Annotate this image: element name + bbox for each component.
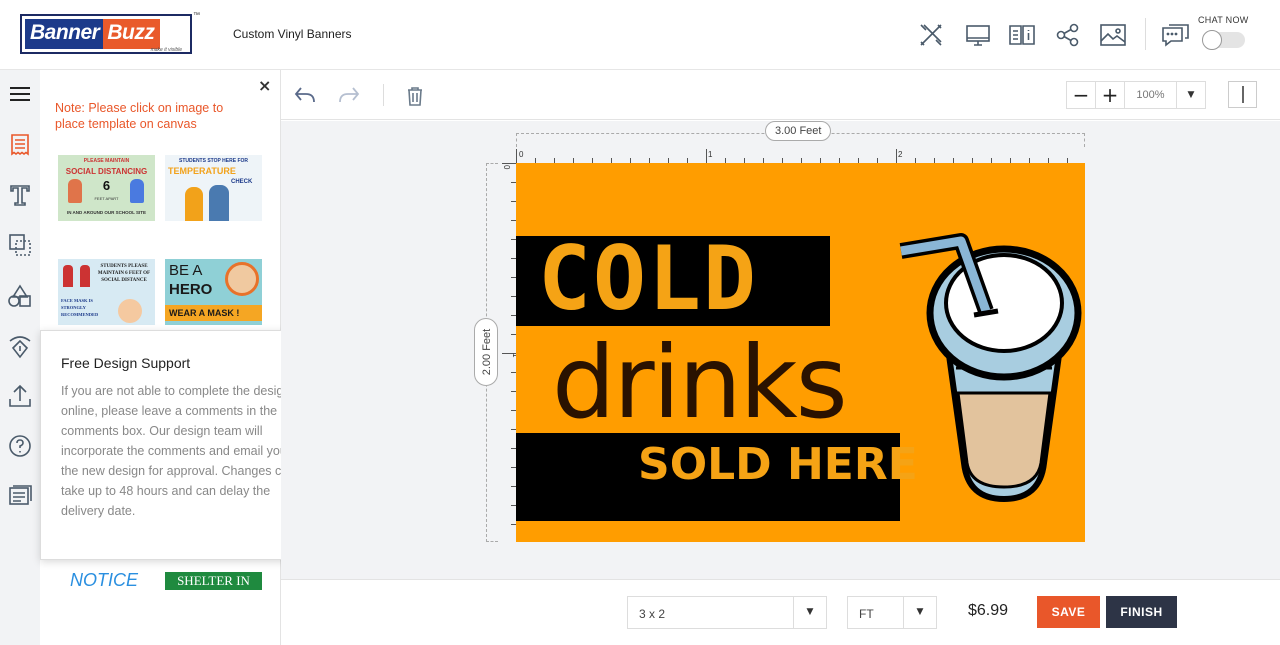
thumb-bottom-text: IN AND AROUND OUR SCHOOL SITE: [66, 210, 147, 215]
top-bar: Banner Buzz make it visible ™ Custom Vin…: [0, 0, 1280, 70]
logo-buzz-text: Buzz: [103, 19, 161, 49]
comments-icon[interactable]: [6, 482, 34, 510]
logo-banner-text: Banner: [25, 19, 104, 49]
ruler-top-label-0: 0: [519, 150, 524, 159]
logo-trademark: ™: [193, 12, 200, 19]
height-dimension-text: 2.00 Feet: [481, 328, 493, 376]
unit-select-value: FT: [859, 607, 874, 621]
bannerbuzz-logo[interactable]: Banner Buzz make it visible ™: [20, 12, 200, 54]
clipart-icon[interactable]: [6, 332, 34, 360]
share-icon[interactable]: [1053, 20, 1083, 50]
panel-close-icon[interactable]: ×: [258, 76, 271, 95]
bottom-bar: 3 x 2 ▼ FT ▼ $6.99 SAVE FINISH: [281, 579, 1280, 645]
layers-icon[interactable]: [6, 231, 34, 259]
product-name: Custom Vinyl Banners: [233, 27, 352, 41]
thumb-line3: WEAR A MASK !: [169, 308, 240, 318]
shapes-icon[interactable]: [6, 282, 34, 310]
design-tools-icon[interactable]: [916, 20, 946, 50]
thumb-line1: BE A: [169, 262, 203, 279]
thumb-top-text: PLEASE MAINTAIN: [83, 158, 130, 164]
left-toolbar: [0, 70, 40, 645]
menu-icon[interactable]: [6, 80, 34, 108]
upload-icon[interactable]: [6, 382, 34, 410]
ruler-top-label-1: 1: [708, 150, 713, 159]
zoom-out-button[interactable]: −: [1067, 82, 1096, 108]
ruler-left-label-0: 0: [502, 165, 511, 170]
template-thumb-shelter[interactable]: SHELTER IN: [165, 572, 262, 590]
panel-note: Note: Please click on image to place tem…: [55, 101, 224, 131]
zoom-dropdown-icon[interactable]: ▼: [1177, 82, 1205, 108]
thumb-person-2: [209, 185, 229, 221]
text-icon[interactable]: [6, 181, 34, 209]
size-select-value: 3 x 2: [639, 607, 666, 621]
price-display: $6.99: [968, 602, 1009, 619]
zoom-in-button[interactable]: +: [1096, 82, 1125, 108]
popup-body: If you are not able to complete the desi…: [61, 384, 296, 518]
undo-icon[interactable]: [292, 82, 318, 108]
template-thumb-face-mask[interactable]: STUDENTS PLEASE MAINTAIN 6 FEET OF SOCIA…: [58, 259, 155, 325]
template-thumb-temperature[interactable]: STUDENTS STOP HERE FOR TEMPERATURE CHECK: [165, 155, 262, 221]
zoom-value[interactable]: 100%: [1125, 82, 1177, 108]
template-thumb-social-distancing[interactable]: PLEASE MAINTAIN SOCIAL DISTANCING 6 FEET…: [58, 155, 155, 221]
thumb-main-text: SOCIAL DISTANCING: [65, 167, 148, 176]
delete-icon[interactable]: [402, 83, 428, 109]
thumb-face: [225, 262, 259, 296]
thumb-top-text: STUDENTS PLEASE MAINTAIN 6 FEET OF SOCIA…: [97, 264, 151, 283]
canvas-toolbar: − + 100% ▼: [281, 70, 1280, 120]
thumb-sub-text: CHECK: [231, 179, 253, 185]
help-icon[interactable]: [6, 432, 34, 460]
toolbar-separator: [383, 84, 384, 106]
banner-artwork: COLD drinks SOLD HERE: [516, 227, 1082, 521]
thumb-sub-text: FACE MASK IS STRONGLY RECOMMENDED: [61, 298, 99, 317]
thumb-line2: HERO: [169, 281, 213, 298]
thumb-text: SHELTER IN: [177, 573, 250, 588]
thumb-person-2: [80, 265, 90, 287]
popup-title: Free Design Support: [61, 355, 191, 371]
thumb-kid-right: [130, 179, 144, 203]
banner-line3: SOLD HERE: [638, 439, 918, 490]
templates-icon[interactable]: [6, 131, 34, 159]
preview-icon[interactable]: [963, 20, 993, 50]
chat-now-label: CHAT NOW: [1198, 15, 1249, 25]
width-dimension-label: 3.00 Feet: [765, 121, 832, 141]
thumb-face: [118, 299, 142, 323]
toggle-knob: [1202, 30, 1222, 50]
panel-toggle-button[interactable]: [1228, 81, 1257, 108]
details-icon[interactable]: [1007, 20, 1037, 50]
left-ruler: 0 1: [502, 163, 516, 525]
height-dimension-label: 2.00 Feet: [474, 318, 498, 386]
banner-canvas[interactable]: COLD drinks SOLD HERE: [516, 163, 1085, 542]
finish-button[interactable]: FINISH: [1106, 596, 1177, 628]
drink-cup-illustration: [899, 233, 1082, 503]
ruler-top-label-2: 2: [898, 150, 903, 159]
chevron-down-icon[interactable]: ▼: [793, 597, 826, 628]
thumb-main-text: TEMPERATURE: [168, 166, 236, 176]
unit-select[interactable]: FT ▼: [847, 596, 937, 629]
chat-toggle[interactable]: [1202, 30, 1245, 50]
chevron-down-icon[interactable]: ▼: [903, 597, 936, 628]
zoom-control: − + 100% ▼: [1066, 81, 1206, 109]
thumb-kid-left: [68, 179, 82, 203]
template-thumb-be-a-hero[interactable]: BE A HERO WEAR A MASK !: [165, 259, 262, 325]
banner-line2: drinks: [552, 324, 846, 441]
top-ruler: 0 1 2: [516, 149, 1068, 163]
logo-tagline: make it visible: [150, 47, 182, 53]
chat-icon[interactable]: [1160, 20, 1190, 50]
redo-icon[interactable]: [336, 82, 362, 108]
header-divider: [1145, 18, 1146, 50]
thumb-text: NOTICE: [70, 570, 139, 588]
template-thumb-notice[interactable]: NOTICE: [58, 568, 155, 588]
image-icon[interactable]: [1098, 20, 1128, 50]
save-button[interactable]: SAVE: [1037, 596, 1100, 628]
thumb-person-1: [63, 265, 73, 287]
size-select[interactable]: 3 x 2 ▼: [627, 596, 827, 629]
thumb-person-1: [185, 187, 203, 221]
banner-line1: COLD: [538, 227, 758, 330]
design-support-popup: × Free Design Support If you are not abl…: [40, 330, 310, 560]
canvas-area: 3.00 Feet 0 1 2 2.00 Feet 0 1 COLD drink…: [281, 121, 1280, 579]
thumb-top-text: STUDENTS STOP HERE FOR: [179, 158, 248, 164]
